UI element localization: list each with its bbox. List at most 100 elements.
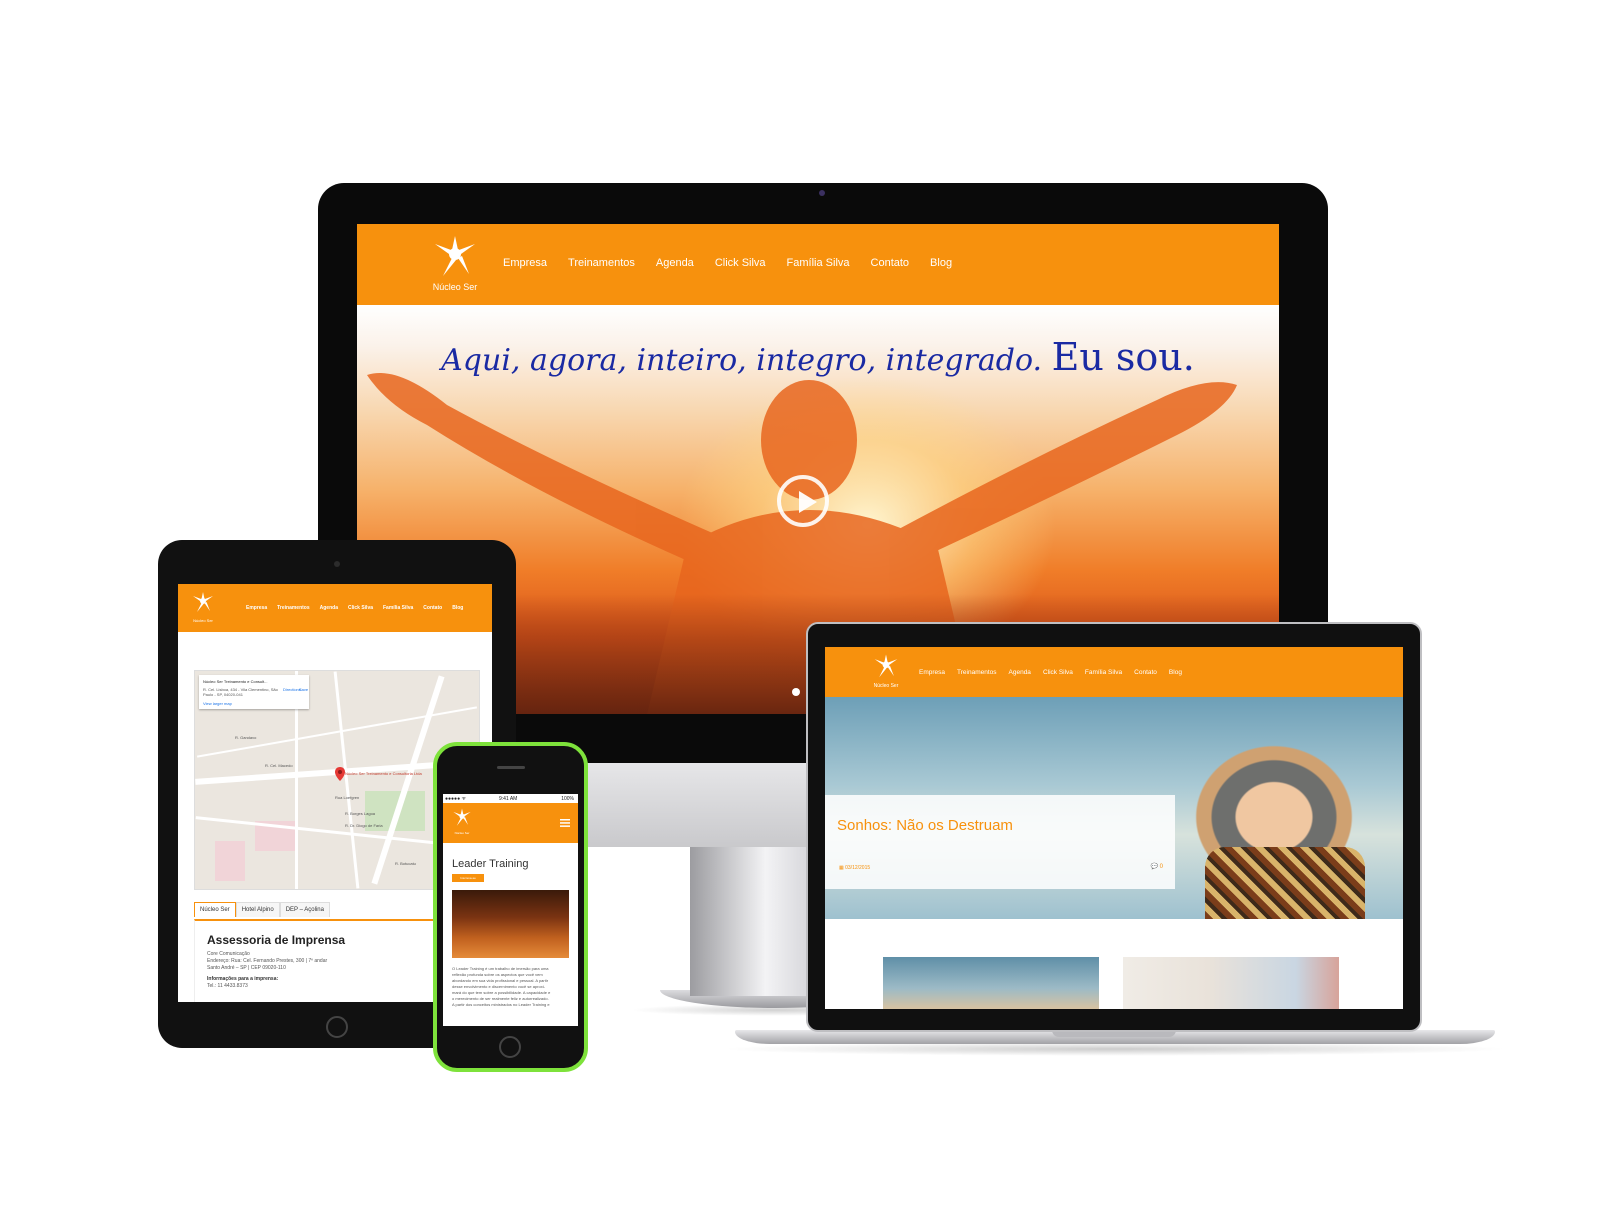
tablet-nav-contato[interactable]: Contato [423,605,442,611]
site-header: Núcleo Ser Empresa Treinamentos Agenda C… [357,224,1279,305]
laptop-logo-text: Núcleo Ser [873,683,899,689]
comment-bubble-icon: 💬 [1150,864,1160,870]
status-carrier: ●●●●● ᯤ [445,796,467,802]
post-date-text: 03/12/2015 [845,865,871,871]
phone-site-header: Núcleo Ser [443,803,578,843]
comments-indicator[interactable]: 💬 0 [1151,863,1163,870]
main-nav: Empresa Treinamentos Agenda Click Silva … [503,257,952,269]
tablet-camera [334,561,340,567]
tablet-nav-treinamentos[interactable]: Treinamentos [277,605,310,611]
phone-paragraph: O Leader Training é um trabalho de imers… [452,966,569,1008]
press-city: Santo André – SP | CEP 09020-110 [207,965,286,971]
press-company: Core Comunicação [207,951,250,957]
laptop-nav-contato[interactable]: Contato [1134,669,1157,676]
location-tabs: Núcleo Ser Hotel Alpino DEP – Açolina [194,902,330,917]
comments-count: 0 [1159,864,1163,870]
slogan-emphasis: Eu sou. [1051,335,1195,379]
map-place-address: R. Cel. Lisboa, 434 - Vila Clementino, S… [203,687,278,697]
tablet-home-button[interactable] [326,1016,348,1038]
checked-scarf [1205,847,1365,919]
hero-slogan: Aqui, agora, inteiro, integro, integrado… [357,335,1279,379]
barefoot-walk-photo [452,890,569,958]
laptop-nav: Empresa Treinamentos Agenda Click Silva … [919,669,1182,676]
tab-hotel-alpino[interactable]: Hotel Alpino [235,902,280,917]
phone-logo-icon [453,808,471,826]
featured-post-card[interactable]: Sonhos: Não os Destruam ▦ 03/12/2015 💬 0 [825,795,1175,889]
tab-dep-acolina[interactable]: DEP – Açolina [279,902,330,917]
nav-item-blog[interactable]: Blog [930,257,952,269]
slogan-main: Aqui, agora, inteiro, integro, integrado… [441,343,1043,378]
post-thumbnail-classroom[interactable] [1123,957,1339,1009]
map-street-label: R. Borges Lagoa [345,811,376,816]
map-hospital-area-2 [215,841,245,881]
star-figure-logo-icon [435,236,475,276]
tablet-nav-agenda[interactable]: Agenda [320,605,338,611]
nav-item-agenda[interactable]: Agenda [656,257,694,269]
phone-status-bar: ●●●●● ᯤ 9:41 AM 100% [443,794,578,803]
map-road [196,706,478,758]
map-street-label: R. Cel. Macedo [265,763,293,768]
nav-item-click-silva[interactable]: Click Silva [715,257,766,269]
map-pin-icon[interactable] [335,767,345,781]
press-address: Endereço: Rua: Cel. Fernando Prestes, 30… [207,958,328,964]
tab-nucleo-ser[interactable]: Núcleo Ser [194,902,236,917]
map-street-label: Rua Loefgren [335,795,360,800]
laptop-nav-agenda[interactable]: Agenda [1009,669,1031,676]
imac-camera [819,190,825,196]
tablet-nav-empresa[interactable]: Empresa [246,605,267,611]
post-thumbnail-aviator[interactable] [883,957,1099,1009]
play-icon[interactable] [777,475,829,527]
map-place-card[interactable]: Núcleo Ser Treinamento e Consult... R. C… [199,675,309,709]
laptop-nav-blog[interactable]: Blog [1169,669,1182,676]
map-place-name: Núcleo Ser Treinamento e Consult... [203,679,268,684]
phone-speaker [497,766,525,769]
laptop-shadow [720,1042,1510,1056]
laptop-nav-empresa[interactable]: Empresa [919,669,945,676]
map-view-larger-link[interactable]: View larger map [203,701,232,706]
laptop-nav-treinamentos[interactable]: Treinamentos [957,669,997,676]
press-info-box: Assessoria de Imprensa Core Comunicação … [194,919,435,1002]
phone-screen: ●●●●● ᯤ 9:41 AM 100% Núcleo Ser Leader T… [443,794,578,1026]
laptop-logo-icon [874,654,898,678]
status-battery: 100% [561,796,574,802]
status-time: 9:41 AM [499,796,518,802]
press-phone: Tel.: 11 4433.8373 [207,983,248,989]
paragraph-line: A partir dos conceitos ministrados no Le… [452,1002,550,1007]
laptop-site-logo[interactable]: Núcleo Ser [869,653,903,695]
nav-item-familia-silva[interactable]: Família Silva [787,257,850,269]
laptop-nav-click-silva[interactable]: Click Silva [1043,669,1073,676]
featured-post-title[interactable]: Sonhos: Não os Destruam [837,817,1013,834]
tablet-logo-text: Núcleo Ser [193,618,213,623]
nav-item-empresa[interactable]: Empresa [503,257,547,269]
carousel-dot[interactable] [792,688,800,696]
tablet-site-logo[interactable]: Núcleo Ser [188,590,218,630]
nav-item-contato[interactable]: Contato [871,257,910,269]
press-info-title: Assessoria de Imprensa [207,933,346,947]
signup-button[interactable]: Inscreva-se [452,874,484,882]
phone-logo-text: Núcleo Ser [454,831,470,835]
map-pin-label: Núcleo Ser Treinamento e Consultoria Ltd… [345,771,422,776]
tablet-nav-familia-silva[interactable]: Família Silva [383,605,413,611]
hamburger-menu-icon[interactable] [560,819,570,827]
logo-text: Núcleo Ser [432,282,478,292]
laptop-nav-familia-silva[interactable]: Família Silva [1085,669,1122,676]
map-street-label: R. Dr. Diogo de Faria [345,823,383,828]
press-label: Informações para a imprensa: [207,976,279,982]
laptop-site-header: Núcleo Ser Empresa Treinamentos Agenda C… [825,647,1403,697]
tablet-nav-blog[interactable]: Blog [452,605,463,611]
phone-site-logo[interactable]: Núcleo Ser [449,807,475,841]
featured-post-date: ▦ 03/12/2015 [839,865,870,871]
blog-hero-image: Sonhos: Não os Destruam ▦ 03/12/2015 💬 0 [825,697,1403,919]
tablet-site-header: Núcleo Ser Empresa Treinamentos Agenda C… [178,584,492,632]
laptop-screen: Núcleo Ser Empresa Treinamentos Agenda C… [825,647,1403,1009]
site-logo[interactable]: Núcleo Ser [425,234,485,299]
map-street-label: R. Botucatu [395,861,416,866]
phone-home-button[interactable] [499,1036,521,1058]
tablet-nav: Empresa Treinamentos Agenda Click Silva … [246,605,463,611]
map-save-button[interactable]: Save [299,687,308,692]
nav-item-treinamentos[interactable]: Treinamentos [568,257,635,269]
map-street-label: R. Gandavo [235,735,257,740]
phone-page-title: Leader Training [452,858,529,870]
tablet-nav-click-silva[interactable]: Click Silva [348,605,373,611]
tablet-logo-icon [193,592,213,612]
